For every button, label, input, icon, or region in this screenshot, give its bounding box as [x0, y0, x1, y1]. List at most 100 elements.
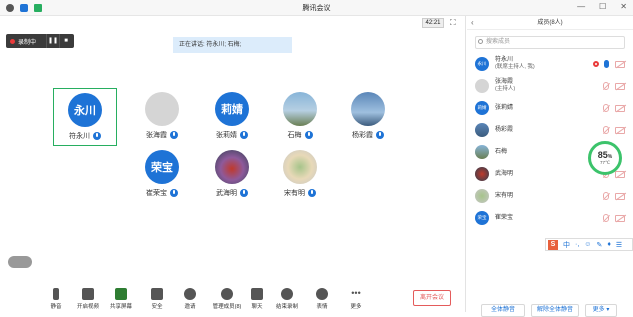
maximize-icon[interactable]: ☐ — [599, 2, 606, 11]
shield-icon — [151, 288, 163, 300]
mic-muted-icon[interactable] — [603, 82, 609, 90]
avatar — [475, 167, 489, 181]
close-icon[interactable]: ✕ — [620, 2, 627, 11]
avatar — [475, 189, 489, 203]
member-row[interactable]: 张海霞 (主持人) — [475, 76, 625, 96]
camera-off-icon[interactable] — [615, 192, 625, 200]
stop-recording-button[interactable]: ■ — [59, 34, 72, 48]
member-row[interactable]: 宋有明 — [475, 186, 625, 206]
avatar — [283, 150, 317, 184]
mic-icon[interactable] — [604, 60, 609, 68]
fullscreen-icon[interactable]: ⛶ — [450, 18, 456, 28]
member-row[interactable]: 莉婧 张莉婧 — [475, 98, 625, 118]
mic-icon — [240, 131, 248, 139]
avatar: 荣宝 — [475, 211, 489, 225]
ime-voice-icon[interactable]: ♦ — [607, 241, 611, 248]
unmute-all-button[interactable]: 解除全体静音 — [531, 304, 579, 317]
participant-tile[interactable]: 宋有明 — [268, 146, 332, 204]
gauge-temperature: 77℃ — [599, 160, 611, 165]
ime-pen-icon[interactable]: ✎ — [596, 241, 602, 249]
camera-off-icon[interactable] — [615, 60, 625, 68]
manage-members-button[interactable]: 管理成员(8) — [210, 288, 244, 310]
chat-icon — [251, 288, 263, 300]
avatar: 莉婧 — [215, 92, 249, 126]
avatar — [475, 79, 489, 93]
avatar — [215, 150, 249, 184]
meeting-timer: 42:21 — [422, 18, 444, 28]
participant-tile[interactable]: 杨彩霞 — [336, 88, 400, 146]
member-name: 张海霞 — [495, 79, 514, 85]
participant-tile[interactable]: 荣宝 崔荣宝 — [130, 146, 194, 204]
start-video-button[interactable]: 开启视频 — [74, 288, 102, 310]
ime-toolbar: S 中 ·, ☺ ✎ ♦ ☰ — [545, 238, 633, 251]
more-button[interactable]: ••• 更多 — [342, 288, 370, 310]
avatar — [145, 92, 179, 126]
participant-tile[interactable]: 石梅 — [268, 88, 332, 146]
camera-off-icon[interactable] — [615, 82, 625, 90]
camera-off-icon[interactable] — [615, 170, 625, 178]
mute-button[interactable]: 静音 — [42, 288, 70, 310]
leave-meeting-button[interactable]: 离开会议 — [413, 290, 451, 306]
mic-muted-icon[interactable] — [603, 214, 609, 222]
security-button[interactable]: 安全 — [143, 288, 171, 310]
camera-off-icon — [82, 288, 94, 300]
chat-button[interactable]: 聊天 — [243, 288, 271, 310]
avatar: 荣宝 — [145, 150, 179, 184]
mic-icon — [93, 132, 101, 140]
member-search-input[interactable]: 搜索成员 — [475, 36, 625, 49]
emoji-button[interactable]: 表情 — [308, 288, 336, 310]
panel-more-button[interactable]: 更多 ▾ — [585, 304, 617, 317]
mic-muted-icon[interactable] — [603, 192, 609, 200]
view-toggle-button[interactable] — [8, 256, 32, 268]
search-icon — [478, 39, 483, 44]
participant-name: 崔荣宝 — [146, 190, 167, 197]
participant-tile[interactable]: 莉婧 张莉婧 — [200, 88, 264, 146]
minimize-icon[interactable]: — — [577, 2, 585, 11]
window-controls: — ☐ ✕ — [577, 2, 627, 11]
avatar: 莉婧 — [475, 101, 489, 115]
ime-logo[interactable]: S — [548, 239, 558, 250]
share-screen-button[interactable]: 共享屏幕 — [107, 288, 135, 310]
participant-tile[interactable]: 张海霞 — [130, 88, 194, 146]
share-screen-icon — [115, 288, 127, 300]
ime-chinese-mode-icon[interactable]: 中 — [563, 240, 570, 250]
end-recording-button[interactable]: 结束录制 — [273, 288, 301, 310]
member-name: 宋有明 — [495, 192, 514, 199]
participant-name: 符永川 — [69, 133, 90, 140]
invite-icon — [184, 288, 196, 300]
collapse-icon[interactable]: ‹ — [471, 16, 474, 30]
invite-button[interactable]: 邀请 — [176, 288, 204, 310]
mic-muted-icon[interactable] — [603, 104, 609, 112]
pause-recording-button[interactable]: ❚❚ — [46, 34, 59, 48]
camera-off-icon[interactable] — [615, 214, 625, 222]
avatar: 永川 — [68, 93, 102, 127]
member-name: 崔荣宝 — [495, 214, 514, 221]
mute-all-button[interactable]: 全体静音 — [481, 304, 525, 317]
stop-record-icon — [281, 288, 293, 300]
search-placeholder: 搜索成员 — [486, 39, 511, 45]
member-row[interactable]: 永川 符永川 (联席主持人, 我) — [475, 54, 625, 74]
performance-gauge[interactable]: 85% 77℃ — [588, 141, 622, 175]
microphone-icon — [53, 288, 59, 300]
gauge-percent: 85 — [597, 150, 608, 160]
member-row[interactable]: 荣宝 崔荣宝 — [475, 208, 625, 228]
ime-emoji-icon[interactable]: ☺ — [584, 241, 591, 248]
camera-off-icon[interactable] — [615, 126, 625, 134]
recording-bar: 录制中 ❚❚ ■ — [6, 34, 74, 48]
mic-muted-icon[interactable] — [603, 126, 609, 134]
members-panel-header: ‹ 成员(8人) — [467, 16, 633, 30]
avatar — [283, 92, 317, 126]
camera-off-icon[interactable] — [615, 104, 625, 112]
member-role: (主持人) — [495, 86, 516, 92]
ime-menu-icon[interactable]: ☰ — [616, 241, 622, 249]
mic-icon — [240, 189, 248, 197]
member-row[interactable]: 杨彩霞 — [475, 120, 625, 140]
members-title: 成员(8人) — [537, 20, 563, 26]
participant-tile[interactable]: 武海明 — [200, 146, 264, 204]
participant-tile[interactable]: 永川 符永川 — [53, 88, 117, 146]
members-icon — [221, 288, 233, 300]
ime-punctuation-icon[interactable]: ·, — [575, 241, 579, 248]
avatar — [351, 92, 385, 126]
member-name: 张莉婧 — [495, 104, 514, 111]
member-name: 杨彩霞 — [495, 126, 514, 133]
